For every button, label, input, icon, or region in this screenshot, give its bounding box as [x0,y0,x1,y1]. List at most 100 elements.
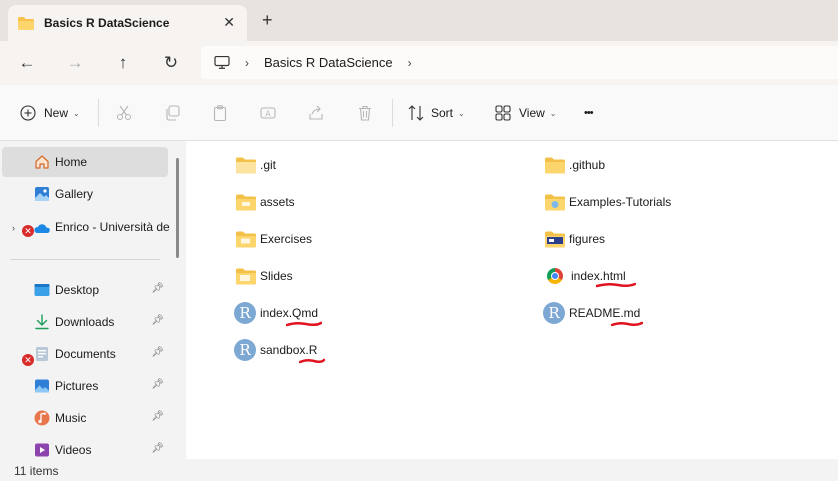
annotation-underline [286,321,322,327]
list-item[interactable]: .git [236,153,276,177]
folder-icon [545,231,565,247]
sort-icon [408,105,424,121]
file-name: index.Qmd [260,306,319,320]
delete-button[interactable] [357,103,373,123]
file-name: .github [569,158,606,172]
sidebar-item-desktop[interactable]: Desktop 📌︎ [2,275,168,305]
pin-icon[interactable]: 📌︎ [151,315,164,326]
folder-icon [236,268,256,284]
list-item[interactable]: Examples-Tutorials [545,190,671,214]
share-button[interactable] [308,103,324,123]
sidebar-divider [10,259,160,260]
status-bar: 11 items [0,459,838,481]
scissors-icon [116,105,132,121]
list-item[interactable]: .github [545,153,605,177]
home-icon [35,155,49,169]
sidebar-item-label: Desktop [55,283,100,297]
folder-icon [18,16,34,30]
annotation-underline [611,321,643,327]
file-name: figures [569,232,606,246]
sidebar-item-pictures[interactable]: Pictures 📌︎ [2,371,168,401]
plus-circle-icon [20,105,36,121]
new-tab-button[interactable]: + [262,10,273,31]
file-name: README.md [569,306,641,320]
breadcrumb[interactable]: Basics R DataScience [264,55,393,70]
r-file-icon: R [543,302,565,324]
pictures-icon [35,379,49,393]
view-grid-icon [495,105,511,121]
list-item[interactable]: figures [545,227,605,251]
gallery-icon [35,187,49,201]
more-options-button[interactable]: ••• [584,103,594,123]
trash-icon [359,105,371,121]
folder-icon [545,194,565,210]
folder-icon [545,157,565,173]
sidebar-item-label: Pictures [55,379,99,393]
cut-button[interactable] [116,103,132,123]
copy-button[interactable] [164,103,180,123]
item-count: 11 items [14,464,59,478]
r-file-icon: R [234,339,256,361]
file-name: Exercises [260,232,313,246]
onedrive-icon [34,224,50,233]
r-file-icon: R [234,302,256,324]
desktop-icon [34,284,50,296]
refresh-button[interactable]: ↻ [159,51,183,75]
sidebar-item-gallery[interactable]: Gallery [2,179,168,209]
svg-text:A: A [265,110,271,119]
file-list[interactable]: .git assets Exercises Slides R index.Qmd… [186,141,838,459]
computer-icon[interactable] [214,56,230,69]
sidebar-item-home[interactable]: Home [2,147,168,177]
downloads-icon [35,314,49,330]
pin-icon[interactable]: 📌︎ [151,379,164,390]
navigation-bar: ← → ↑ ↻ › Basics R DataScience › [0,41,838,85]
sort-button[interactable]: Sort ⌄ [408,103,465,123]
tab-title: Basics R DataScience [44,16,170,30]
folder-icon [236,157,256,173]
list-item[interactable]: assets [236,190,295,214]
more-icon: ••• [584,107,594,119]
file-name: index.html [571,269,626,283]
view-button[interactable]: View ⌄ [495,103,557,123]
back-button[interactable]: ← [15,51,39,75]
view-label: View [519,106,545,120]
chevron-right-icon[interactable]: › [408,56,412,70]
sidebar-item-label: Videos [55,443,92,457]
sidebar-item-label: Downloads [55,315,115,329]
rename-button[interactable]: A [260,103,276,123]
close-tab-icon[interactable]: ✕ [223,14,235,31]
file-name: .git [260,158,277,172]
folder-icon [236,194,256,210]
sidebar-item-label: Gallery [55,187,94,201]
copy-icon [166,105,180,121]
chevron-down-icon: ⌄ [458,108,465,118]
sidebar-item-label: Enrico - Università de [55,220,170,234]
pin-icon[interactable]: 📌︎ [151,283,164,294]
pin-icon[interactable]: 📌︎ [151,411,164,422]
pin-icon[interactable]: 📌︎ [151,347,164,358]
new-button[interactable]: New ⌄ [20,103,80,123]
navigation-pane: Home Gallery › Enrico - Università de ✕ … [0,141,186,459]
up-button[interactable]: ↑ [111,51,135,75]
sidebar-scrollbar[interactable] [176,158,179,258]
file-name: Examples-Tutorials [569,195,672,209]
sidebar-item-music[interactable]: Music 📌︎ [2,403,168,433]
forward-button[interactable]: → [63,51,87,75]
tab-basics-r-datascience[interactable]: Basics R DataScience ✕ [8,5,247,41]
file-name: sandbox.R [260,343,318,357]
error-badge-icon: ✕ [22,354,34,366]
pin-icon[interactable]: 📌︎ [151,443,164,454]
list-item[interactable]: Exercises [236,227,312,251]
error-badge-icon: ✕ [22,225,34,237]
sort-label: Sort [431,106,454,120]
list-item[interactable]: Slides [236,264,293,288]
chevron-right-icon[interactable]: › [245,56,249,70]
address-bar[interactable]: › Basics R DataScience › [201,46,838,79]
new-label: New [44,106,69,120]
divider [392,99,393,127]
chrome-icon [547,268,563,284]
annotation-underline [596,282,636,288]
sidebar-item-downloads[interactable]: Downloads 📌︎ [2,307,168,337]
paste-button[interactable] [212,103,228,123]
documents-icon [36,347,48,361]
